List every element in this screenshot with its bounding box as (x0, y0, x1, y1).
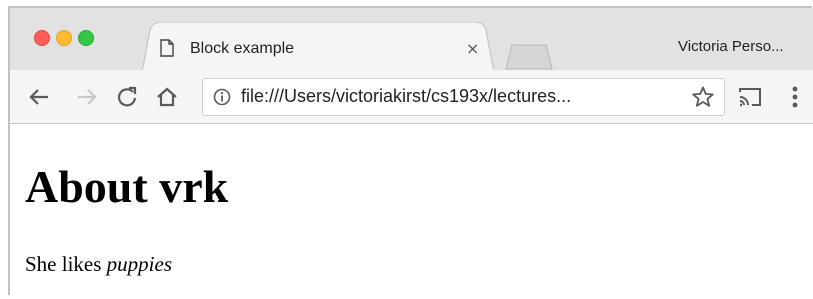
info-icon[interactable] (213, 88, 231, 106)
back-button[interactable] (26, 84, 52, 110)
reload-icon (117, 86, 137, 107)
new-tab-button[interactable] (504, 44, 554, 70)
forward-arrow-icon (78, 89, 97, 105)
maximize-window-button[interactable] (78, 30, 94, 46)
home-icon (157, 87, 177, 107)
page-heading: About vrk (25, 161, 229, 212)
browser-window: Block example × Victoria Perso... file:/… (0, 0, 813, 299)
close-window-button[interactable] (34, 30, 50, 46)
browser-toolbar: file:///Users/victoriakirst/cs193x/lectu… (10, 70, 813, 124)
paragraph-text: She likes (25, 252, 107, 276)
tab-title: Block example (190, 40, 295, 57)
url-text[interactable]: file:///Users/victoriakirst/cs193x/lectu… (241, 86, 571, 107)
page-content: About vrk She likes puppies (10, 124, 813, 299)
home-button[interactable] (154, 84, 180, 110)
tab-strip: Block example × Victoria Perso... (10, 8, 813, 78)
star-icon[interactable] (691, 85, 715, 109)
reload-button[interactable] (114, 84, 140, 110)
profile-name[interactable]: Victoria Perso... (678, 38, 784, 55)
paragraph-emphasis: puppies (106, 252, 172, 276)
back-arrow-icon (29, 89, 48, 105)
document-icon (160, 39, 174, 57)
forward-button[interactable] (74, 84, 100, 110)
close-tab-icon[interactable]: × (466, 40, 479, 58)
page-paragraph: She likes puppies (25, 252, 172, 277)
kebab-menu-icon[interactable] (790, 84, 800, 110)
address-bar[interactable]: file:///Users/victoriakirst/cs193x/lectu… (202, 78, 725, 116)
cast-icon[interactable] (738, 86, 762, 108)
minimize-window-button[interactable] (56, 30, 72, 46)
